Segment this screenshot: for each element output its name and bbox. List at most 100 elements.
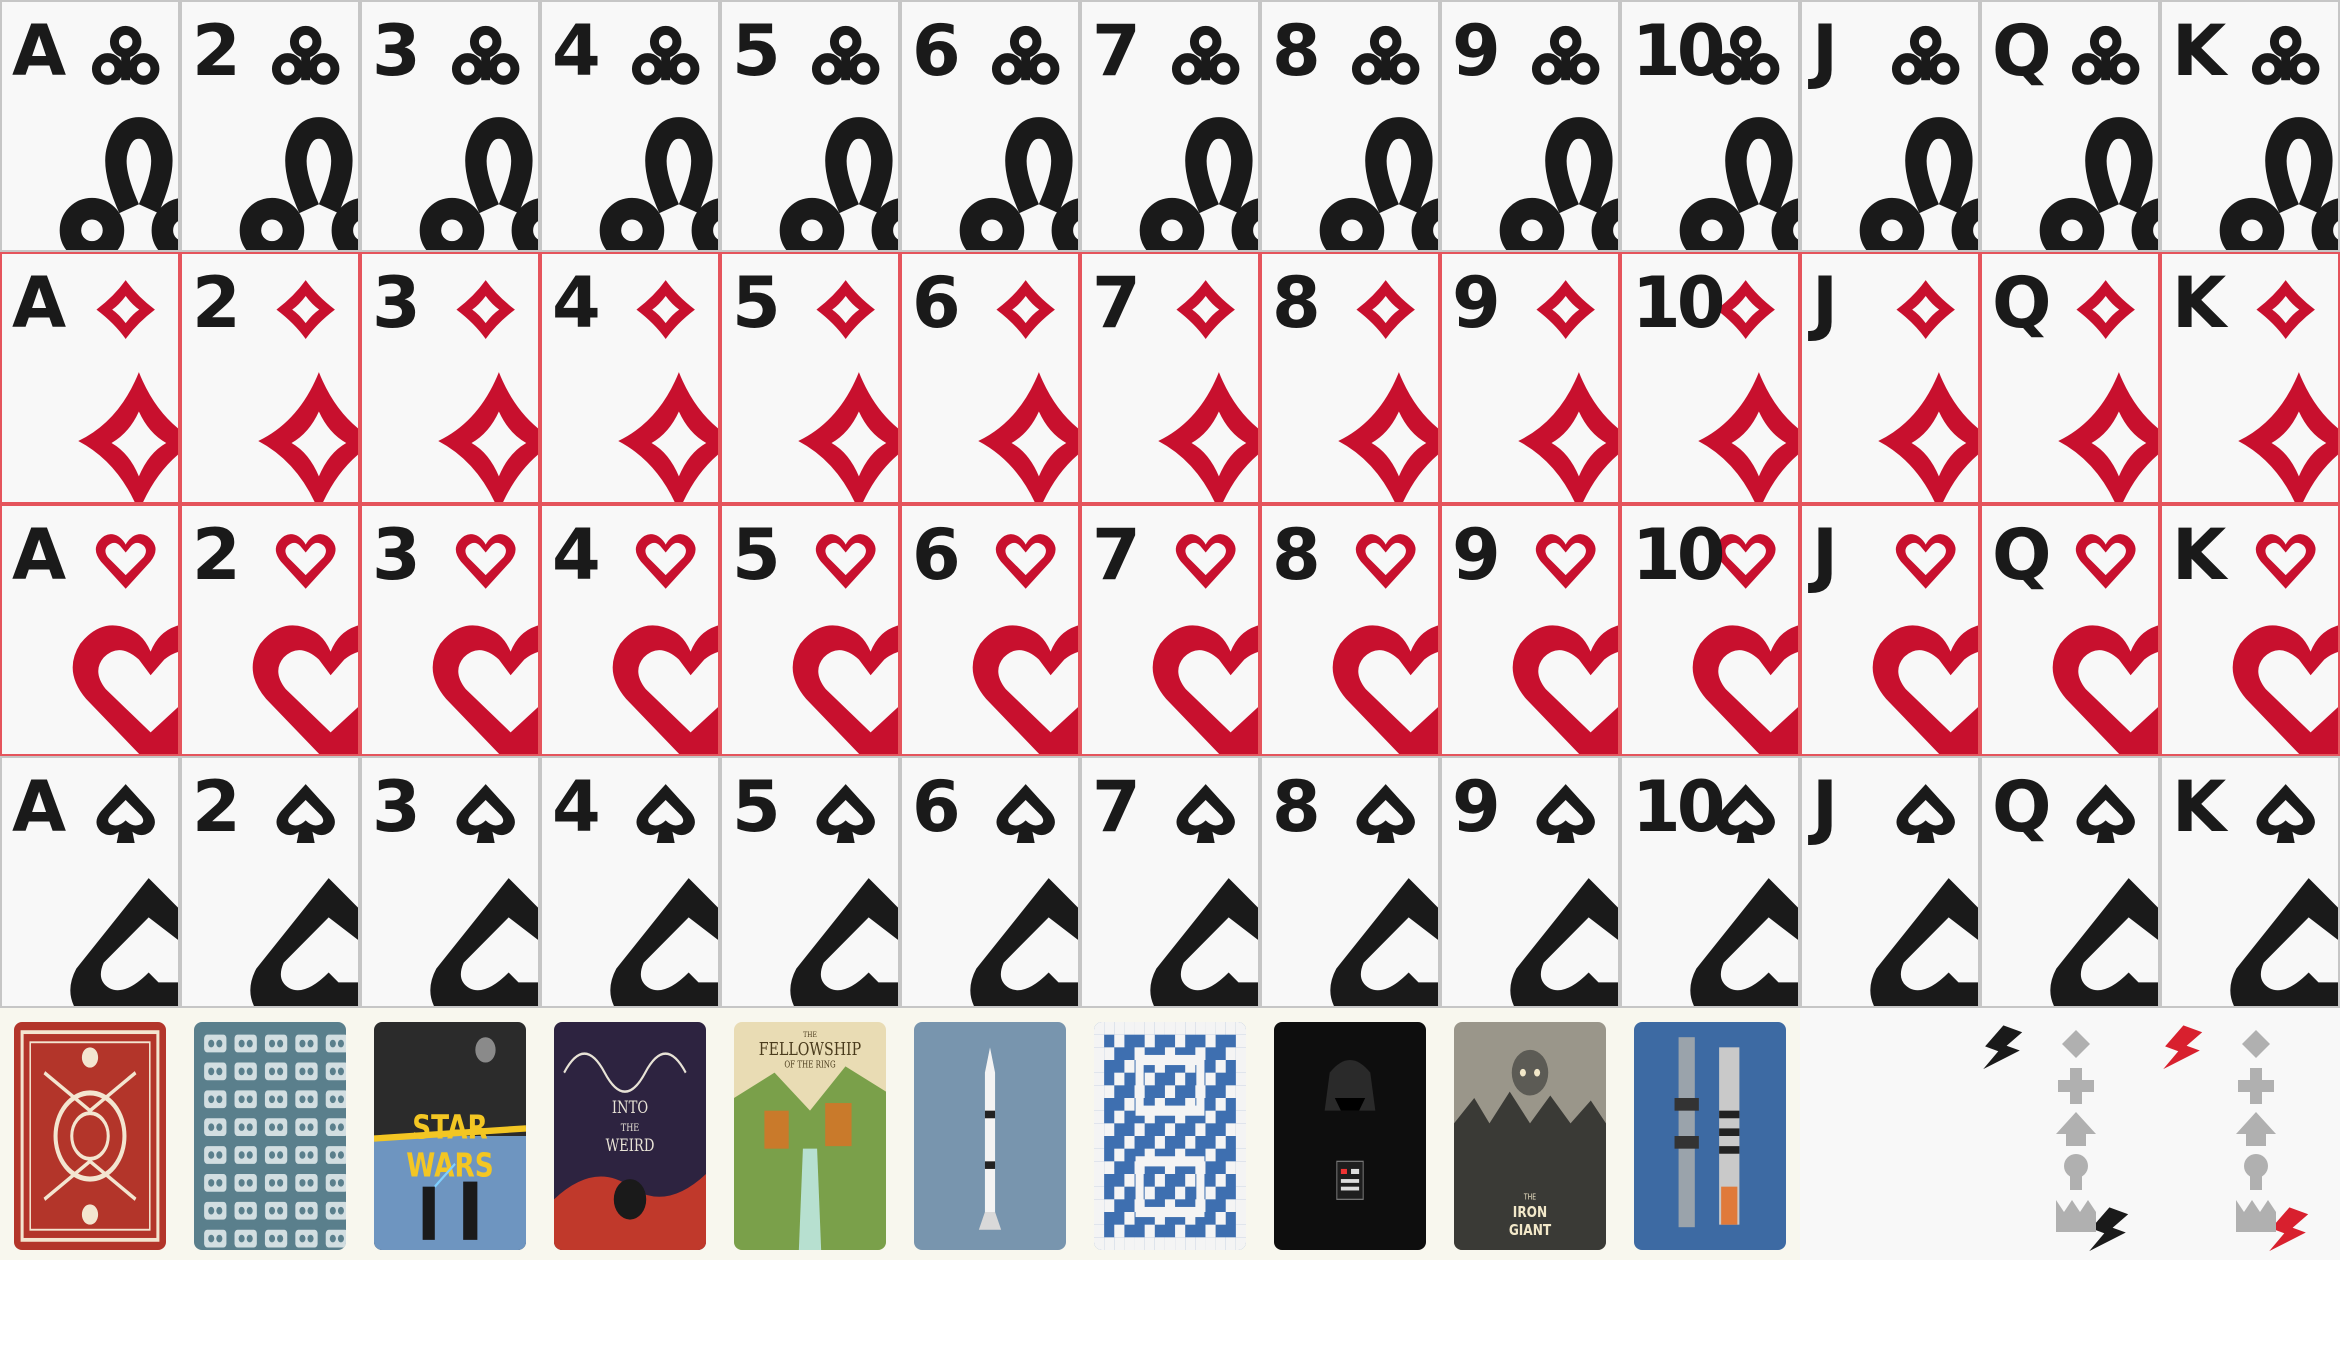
card-j-of-spades[interactable]: J [1800, 756, 1980, 1008]
card-7-of-spades[interactable]: 7 [1080, 756, 1260, 1008]
svg-text:IRON: IRON [1513, 1204, 1547, 1222]
card-rank-label: J [1812, 766, 1838, 848]
card-rank-label: 9 [1452, 766, 1501, 848]
card-k-of-clubs[interactable]: K [2160, 0, 2340, 252]
card-q-of-spades[interactable]: Q [1980, 756, 2160, 1008]
svg-text:FELLOWSHIP: FELLOWSHIP [759, 1038, 862, 1059]
card-2-of-clubs[interactable]: 2 [180, 0, 360, 252]
lightning-bolt-icon [2163, 1025, 2309, 1252]
card-rank-label: 6 [912, 514, 961, 596]
card-back-red-skull-back[interactable] [0, 1008, 180, 1260]
card-back-rocket-back[interactable] [900, 1008, 1080, 1260]
card-9-of-diamonds[interactable]: 9 [1440, 252, 1620, 504]
card-10-of-diamonds[interactable]: 10 [1620, 252, 1800, 504]
card-back-darth-vader-back[interactable] [1260, 1008, 1440, 1260]
card-6-of-spades[interactable]: 6 [900, 756, 1080, 1008]
card-5-of-hearts[interactable]: 5 [720, 504, 900, 756]
card-rank-label: K [2172, 766, 2226, 848]
card-4-of-spades[interactable]: 4 [540, 756, 720, 1008]
card-8-of-clubs[interactable]: 8 [1260, 0, 1440, 252]
card-k-of-hearts[interactable]: K [2160, 504, 2340, 756]
lightsaber-back-artwork [1634, 1022, 1786, 1250]
black-joker[interactable] [1980, 1008, 2160, 1260]
joker-suit-column-icons [2236, 1030, 2276, 1232]
card-rank-label: 7 [1092, 766, 1141, 848]
card-10-of-clubs[interactable]: 10 [1620, 0, 1800, 252]
card-5-of-clubs[interactable]: 5 [720, 0, 900, 252]
card-a-of-hearts[interactable]: A [0, 504, 180, 756]
card-rank-label: 9 [1452, 262, 1501, 344]
card-5-of-spades[interactable]: 5 [720, 756, 900, 1008]
svg-text:GIANT: GIANT [1509, 1222, 1552, 1240]
card-back-empty-slot [1800, 1008, 1980, 1260]
card-k-of-diamonds[interactable]: K [2160, 252, 2340, 504]
card-back-cassette-pattern-back[interactable] [180, 1008, 360, 1260]
card-rank-label: 4 [552, 10, 601, 92]
card-7-of-clubs[interactable]: 7 [1080, 0, 1260, 252]
card-rank-label: K [2172, 514, 2226, 596]
card-rank-label: 6 [912, 262, 961, 344]
card-q-of-diamonds[interactable]: Q [1980, 252, 2160, 504]
card-rank-label: A [12, 262, 66, 344]
card-3-of-hearts[interactable]: 3 [360, 504, 540, 756]
star-wars-poster-back-artwork: STAR WARS [374, 1022, 526, 1250]
card-back-iron-giant-back[interactable]: THE IRON GIANT [1440, 1008, 1620, 1260]
red-joker[interactable] [2160, 1008, 2340, 1260]
card-6-of-hearts[interactable]: 6 [900, 504, 1080, 756]
card-back-pixel-pattern-back[interactable] [1080, 1008, 1260, 1260]
lightning-bolt-icon [1983, 1025, 2129, 1252]
card-rank-label: 4 [552, 514, 601, 596]
card-rank-label: 9 [1452, 10, 1501, 92]
svg-text:THE: THE [1523, 1193, 1536, 1202]
card-k-of-spades[interactable]: K [2160, 756, 2340, 1008]
card-a-of-diamonds[interactable]: A [0, 252, 180, 504]
card-8-of-hearts[interactable]: 8 [1260, 504, 1440, 756]
card-9-of-clubs[interactable]: 9 [1440, 0, 1620, 252]
card-3-of-clubs[interactable]: 3 [360, 0, 540, 252]
card-10-of-hearts[interactable]: 10 [1620, 504, 1800, 756]
card-q-of-hearts[interactable]: Q [1980, 504, 2160, 756]
into-the-weird-back-artwork: INTO THE WEIRD [554, 1022, 706, 1250]
card-8-of-diamonds[interactable]: 8 [1260, 252, 1440, 504]
card-back-star-wars-poster-back[interactable]: STAR WARS [360, 1008, 540, 1260]
red-skull-back-artwork [14, 1022, 166, 1250]
card-rank-label: 7 [1092, 10, 1141, 92]
card-rank-label: J [1812, 10, 1838, 92]
card-7-of-diamonds[interactable]: 7 [1080, 252, 1260, 504]
card-back-fellowship-back[interactable]: THE FELLOWSHIP OF THE RING [720, 1008, 900, 1260]
card-6-of-clubs[interactable]: 6 [900, 0, 1080, 252]
card-8-of-spades[interactable]: 8 [1260, 756, 1440, 1008]
card-rank-label: 3 [372, 766, 421, 848]
card-rank-label: 2 [192, 514, 241, 596]
card-j-of-clubs[interactable]: J [1800, 0, 1980, 252]
card-rank-label: A [12, 766, 66, 848]
card-2-of-diamonds[interactable]: 2 [180, 252, 360, 504]
card-4-of-clubs[interactable]: 4 [540, 0, 720, 252]
card-j-of-diamonds[interactable]: J [1800, 252, 1980, 504]
card-q-of-clubs[interactable]: Q [1980, 0, 2160, 252]
card-3-of-spades[interactable]: 3 [360, 756, 540, 1008]
card-6-of-diamonds[interactable]: 6 [900, 252, 1080, 504]
card-10-of-spades[interactable]: 10 [1620, 756, 1800, 1008]
card-back-lightsaber-back[interactable] [1620, 1008, 1800, 1260]
iron-giant-back-artwork: THE IRON GIANT [1454, 1022, 1606, 1250]
card-3-of-diamonds[interactable]: 3 [360, 252, 540, 504]
card-7-of-hearts[interactable]: 7 [1080, 504, 1260, 756]
card-4-of-hearts[interactable]: 4 [540, 504, 720, 756]
card-rank-label: 5 [732, 262, 781, 344]
card-back-into-the-weird-back[interactable]: INTO THE WEIRD [540, 1008, 720, 1260]
card-9-of-spades[interactable]: 9 [1440, 756, 1620, 1008]
card-sprite-sheet: A 2 3 4 5 6 7 8 9 10 J Q K A 2 3 4 5 6 7… [0, 0, 2342, 1262]
card-5-of-diamonds[interactable]: 5 [720, 252, 900, 504]
card-rank-label: 9 [1452, 514, 1501, 596]
card-a-of-clubs[interactable]: A [0, 0, 180, 252]
card-j-of-hearts[interactable]: J [1800, 504, 1980, 756]
svg-text:OF THE RING: OF THE RING [784, 1060, 835, 1070]
card-4-of-diamonds[interactable]: 4 [540, 252, 720, 504]
card-2-of-spades[interactable]: 2 [180, 756, 360, 1008]
card-9-of-hearts[interactable]: 9 [1440, 504, 1620, 756]
card-2-of-hearts[interactable]: 2 [180, 504, 360, 756]
card-rank-label: 2 [192, 766, 241, 848]
card-rank-label: 4 [552, 262, 601, 344]
card-a-of-spades[interactable]: A [0, 756, 180, 1008]
